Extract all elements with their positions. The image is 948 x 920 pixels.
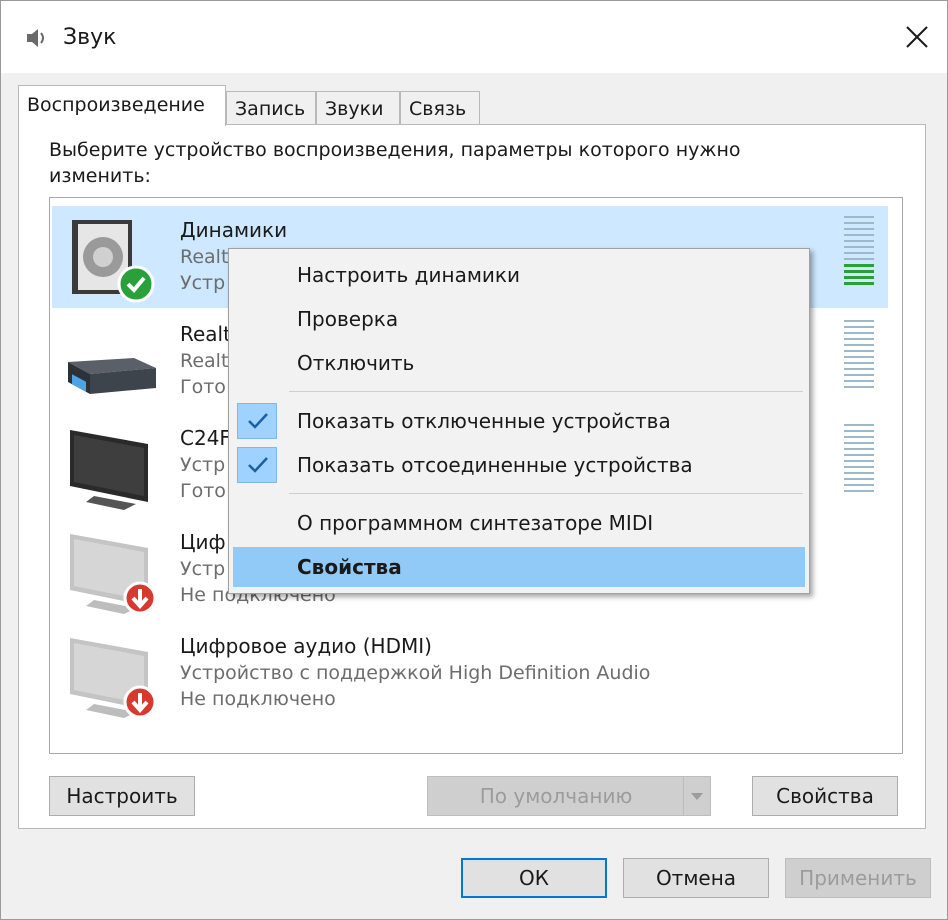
device-description: Realt [180, 350, 229, 372]
menu-item-label: Отключить [297, 351, 415, 375]
menu-item-label: Показать отсоединенные устройства [297, 453, 693, 477]
speaker-app-icon [27, 29, 44, 47]
device-description: Устр [180, 558, 226, 580]
ok-button[interactable]: ОК [461, 858, 607, 898]
menu-check [237, 403, 277, 439]
device-name: Цифровое аудио (HDMI) [180, 634, 432, 658]
device-status: Не подключено [180, 688, 336, 710]
device-description: Устройство с поддержкой High Definition … [180, 662, 651, 684]
speaker-icon [72, 220, 155, 303]
close-icon [906, 26, 928, 48]
menu-item-configure-speakers[interactable]: Настроить динамики [233, 255, 805, 295]
device-description: Устр [180, 454, 226, 476]
menu-item-label: Показать отключенные устройства [297, 409, 671, 433]
monitor-disabled-icon [70, 638, 157, 719]
set-default-label: По умолчанию [479, 784, 633, 808]
tab-playback[interactable]: Воспроизведение [18, 85, 226, 126]
monitor-disabled-icon [70, 534, 157, 615]
device-status: Гото [180, 480, 226, 502]
device-name: Динамики [180, 218, 288, 242]
title-bar: Звук [1, 1, 947, 73]
apply-button[interactable]: Применить [785, 858, 931, 898]
device-status: Гото [180, 376, 226, 398]
menu-separator [289, 391, 803, 392]
device-name: Realt [180, 322, 231, 346]
window-title: Звук [63, 25, 117, 50]
chevron-down-icon [691, 793, 703, 800]
monitor-icon [70, 430, 148, 510]
device-item-digital-audio-hdmi[interactable]: Цифровое аудио (HDMI) Устройство с подде… [52, 622, 888, 724]
default-check-icon [117, 265, 155, 303]
tab-recording[interactable]: Запись [226, 91, 316, 125]
device-name: C24F [180, 426, 231, 450]
instruction-text: Выберите устройство воспроизведения, пар… [49, 139, 741, 187]
volume-meter [844, 424, 874, 508]
menu-item-midi-synth-about[interactable]: О программном синтезаторе MIDI [233, 503, 805, 543]
menu-item-label: Настроить динамики [297, 263, 520, 287]
menu-item-show-disabled-devices[interactable]: Показать отключенные устройства [233, 401, 805, 441]
cancel-button[interactable]: Отмена [623, 858, 769, 898]
set-default-dropdown[interactable] [683, 777, 710, 815]
menu-item-disable[interactable]: Отключить [233, 343, 805, 383]
menu-item-label: Проверка [297, 307, 399, 331]
tab-sounds[interactable]: Звуки [316, 91, 400, 125]
volume-meter [844, 320, 874, 404]
menu-separator [289, 493, 803, 494]
checkmark-icon [248, 457, 268, 473]
set-default-button[interactable]: По умолчанию [427, 776, 711, 816]
checkmark-icon [248, 413, 268, 429]
configure-button[interactable]: Настроить [49, 776, 195, 816]
menu-check [237, 447, 277, 483]
device-context-menu: Настроить динамики Проверка Отключить По… [228, 248, 810, 594]
menu-item-test[interactable]: Проверка [233, 299, 805, 339]
receiver-icon [68, 358, 156, 394]
close-button[interactable] [893, 15, 941, 59]
device-name: Циф [180, 530, 226, 554]
menu-item-show-disconnected-devices[interactable]: Показать отсоединенные устройства [233, 445, 805, 485]
tab-communications[interactable]: Связь [400, 91, 480, 125]
menu-item-label: О программном синтезаторе MIDI [297, 511, 654, 535]
menu-item-properties[interactable]: Свойства [233, 547, 805, 587]
volume-meter [844, 216, 874, 300]
properties-button[interactable]: Свойства [752, 776, 898, 816]
menu-item-label: Свойства [297, 555, 402, 579]
device-description: Realt [180, 246, 229, 268]
device-status: Устр [180, 272, 226, 294]
